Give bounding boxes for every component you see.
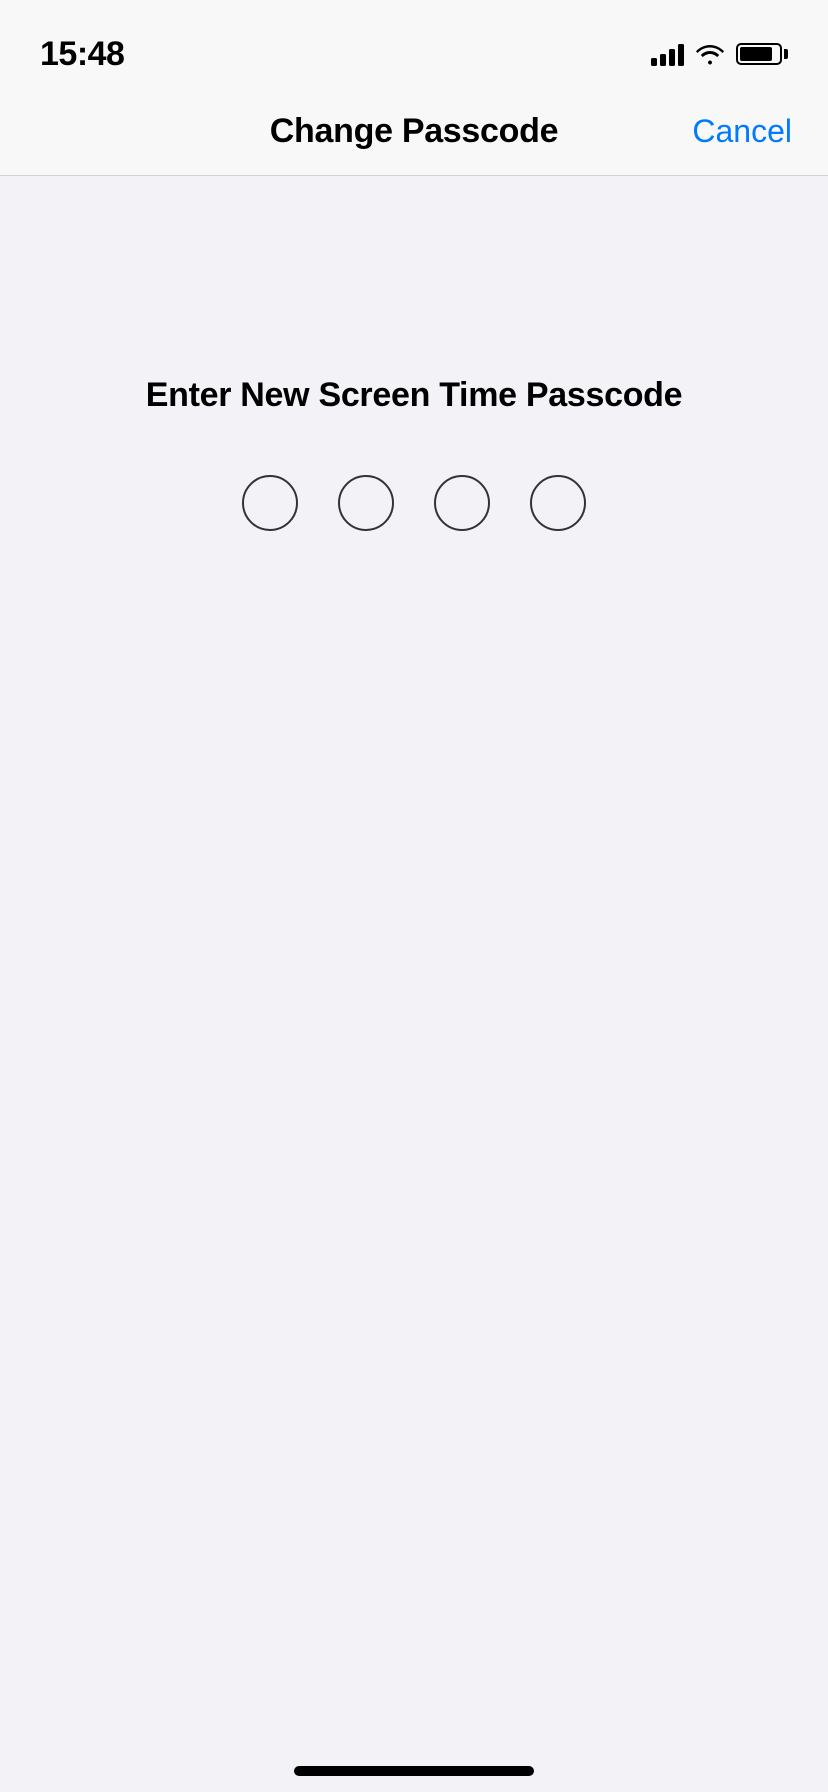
- battery-icon: [736, 43, 788, 65]
- status-icons: [651, 42, 788, 66]
- wifi-icon: [696, 43, 724, 65]
- nav-bar: Change Passcode Cancel: [0, 88, 828, 176]
- cancel-button[interactable]: Cancel: [692, 113, 792, 150]
- signal-icon: [651, 42, 684, 66]
- main-content: Enter New Screen Time Passcode: [0, 176, 828, 1792]
- passcode-dot-2: [338, 475, 394, 531]
- passcode-dot-4: [530, 475, 586, 531]
- status-time: 15:48: [40, 35, 124, 74]
- passcode-dot-1: [242, 475, 298, 531]
- passcode-dots: [242, 475, 586, 531]
- status-bar: 15:48: [0, 0, 828, 88]
- passcode-dot-3: [434, 475, 490, 531]
- page-title: Change Passcode: [270, 112, 558, 151]
- home-indicator: [294, 1766, 534, 1776]
- passcode-prompt: Enter New Screen Time Passcode: [146, 376, 683, 415]
